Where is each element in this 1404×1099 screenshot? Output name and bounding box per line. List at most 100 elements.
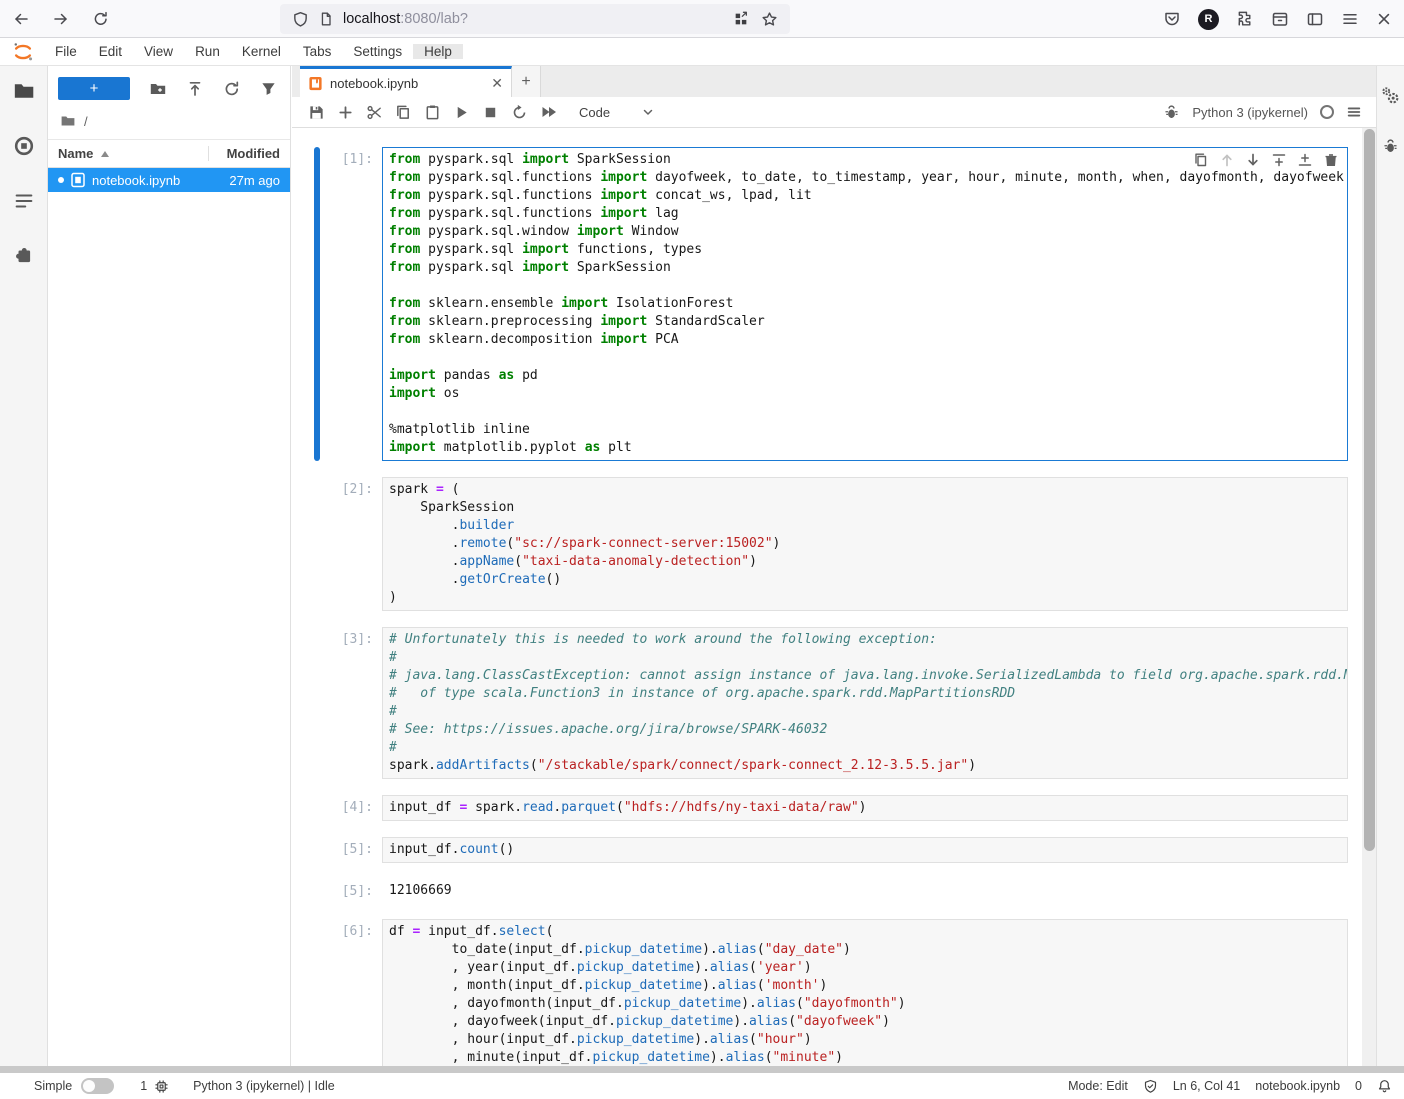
code-line: %matplotlib inline bbox=[389, 421, 1341, 439]
copy-cells-button[interactable] bbox=[389, 99, 418, 125]
cell-editor[interactable]: spark = ( SparkSession .builder .remote(… bbox=[382, 477, 1348, 611]
dock-panel: notebook.ipynb ✕ + Code Python 3 (ipyker… bbox=[292, 66, 1376, 1066]
notification-count[interactable]: 0 bbox=[1355, 1079, 1362, 1093]
window-close-icon[interactable] bbox=[1376, 11, 1392, 27]
pocket-icon[interactable] bbox=[1163, 10, 1181, 28]
menu-file[interactable]: File bbox=[44, 44, 88, 59]
tab-close-icon[interactable]: ✕ bbox=[491, 75, 503, 92]
save-button[interactable] bbox=[302, 99, 331, 125]
modified-column-header[interactable]: Modified bbox=[208, 146, 280, 161]
scrollbar-thumb[interactable] bbox=[1364, 129, 1375, 851]
code-line: from pyspark.sql.functions import dayofw… bbox=[389, 169, 1341, 187]
url-bar[interactable]: localhost:8080/lab? bbox=[280, 4, 790, 34]
filter-icon[interactable] bbox=[260, 80, 277, 97]
browser-forward-icon[interactable] bbox=[52, 10, 70, 28]
code-line: .builder bbox=[389, 517, 1341, 535]
cell-collapser[interactable] bbox=[314, 147, 320, 461]
delete-cell-icon[interactable] bbox=[1322, 151, 1340, 169]
browser-menu-icon[interactable] bbox=[1341, 10, 1359, 28]
table-of-contents-icon[interactable] bbox=[13, 190, 35, 212]
shield-icon[interactable] bbox=[292, 11, 309, 28]
kernel-chip-icon[interactable] bbox=[154, 1079, 169, 1094]
code-line: # See: https://issues.apache.org/jira/br… bbox=[389, 721, 1341, 739]
browser-back-icon[interactable] bbox=[12, 10, 30, 28]
kernel-status-icon[interactable] bbox=[1320, 105, 1334, 119]
menu-run[interactable]: Run bbox=[184, 44, 231, 59]
refresh-icon[interactable] bbox=[223, 80, 241, 98]
restart-kernel-button[interactable] bbox=[505, 99, 534, 125]
dock-tabbar: notebook.ipynb ✕ + bbox=[292, 66, 1376, 97]
notebook-menu-icon[interactable] bbox=[1346, 104, 1362, 120]
cell-editor[interactable]: from pyspark.sql import SparkSessionfrom… bbox=[382, 147, 1348, 461]
menu-settings[interactable]: Settings bbox=[342, 44, 413, 59]
new-folder-icon[interactable] bbox=[149, 80, 167, 98]
file-browser-icon[interactable] bbox=[13, 80, 35, 102]
menu-tabs[interactable]: Tabs bbox=[292, 44, 343, 59]
folder-icon[interactable] bbox=[60, 113, 76, 129]
cell-type-dropdown[interactable]: Code bbox=[579, 105, 654, 120]
new-tab-button[interactable]: + bbox=[512, 66, 541, 97]
restart-run-all-button[interactable] bbox=[534, 99, 563, 125]
mode-indicator[interactable]: Mode: Edit bbox=[1068, 1079, 1128, 1093]
interrupt-kernel-button[interactable] bbox=[476, 99, 505, 125]
insert-cell-above-icon[interactable] bbox=[1270, 151, 1288, 169]
debugger-bug-icon[interactable] bbox=[1163, 104, 1180, 121]
code-line: # bbox=[389, 739, 1341, 757]
code-line: SparkSession bbox=[389, 499, 1341, 517]
containers-grid-icon[interactable] bbox=[733, 11, 749, 27]
cell-editor[interactable]: input_df = spark.read.parquet("hdfs://hd… bbox=[382, 795, 1348, 821]
code-line: from pyspark.sql import functions, types bbox=[389, 241, 1341, 259]
code-line: input_df = spark.read.parquet("hdfs://hd… bbox=[389, 799, 1341, 817]
kernel-count[interactable]: 1 bbox=[140, 1079, 147, 1093]
simple-mode-toggle[interactable] bbox=[81, 1078, 114, 1094]
breadcrumb[interactable]: / bbox=[48, 106, 290, 131]
menu-kernel[interactable]: Kernel bbox=[231, 44, 292, 59]
cell-editor[interactable]: # Unfortunately this is needed to work a… bbox=[382, 627, 1348, 779]
bell-icon[interactable] bbox=[1377, 1079, 1392, 1094]
kernel-status-text[interactable]: Python 3 (ipykernel) | Idle bbox=[193, 1079, 335, 1093]
profile-avatar[interactable]: R bbox=[1198, 9, 1219, 30]
code-line: # of type scala.Function3 in instance of… bbox=[389, 685, 1341, 703]
notebook-scrollbar[interactable] bbox=[1362, 128, 1376, 1066]
cell-editor[interactable]: input_df.count() bbox=[382, 837, 1348, 863]
notebook-tab[interactable]: notebook.ipynb ✕ bbox=[300, 66, 512, 97]
menu-edit[interactable]: Edit bbox=[88, 44, 133, 59]
move-cell-down-icon[interactable] bbox=[1244, 151, 1262, 169]
file-name: notebook.ipynb bbox=[92, 173, 223, 188]
breadcrumb-root[interactable]: / bbox=[84, 114, 88, 129]
sort-ascending-icon[interactable] bbox=[101, 151, 109, 157]
duplicate-cell-icon[interactable] bbox=[1192, 151, 1210, 169]
browser-reload-icon[interactable] bbox=[92, 10, 110, 28]
menu-help[interactable]: Help bbox=[413, 44, 463, 59]
cell-editor[interactable]: df = input_df.select( to_date(input_df.p… bbox=[382, 919, 1348, 1066]
upload-icon[interactable] bbox=[186, 80, 204, 98]
input-prompt: [1]: bbox=[325, 147, 382, 461]
browser-toolbar: localhost:8080/lab? R bbox=[0, 0, 1404, 38]
running-sessions-icon[interactable] bbox=[13, 135, 35, 157]
paste-cells-button[interactable] bbox=[418, 99, 447, 125]
bookmark-star-icon[interactable] bbox=[761, 11, 778, 28]
debugger-sidebar-icon[interactable] bbox=[1382, 138, 1399, 155]
move-cell-up-icon[interactable] bbox=[1218, 151, 1236, 169]
file-list-item[interactable]: notebook.ipynb 27m ago bbox=[48, 168, 290, 192]
code-line: import matplotlib.pyplot as plt bbox=[389, 439, 1341, 457]
insert-cell-below-icon[interactable] bbox=[1296, 151, 1314, 169]
url-text[interactable]: localhost:8080/lab? bbox=[343, 11, 468, 27]
new-launcher-button[interactable]: + bbox=[58, 77, 130, 100]
jupyter-menubar: FileEditViewRunKernelTabsSettingsHelp bbox=[0, 38, 1404, 66]
page-info-icon[interactable] bbox=[318, 11, 334, 27]
run-cell-button[interactable] bbox=[447, 99, 476, 125]
extension-manager-icon[interactable] bbox=[13, 245, 35, 267]
menu-view[interactable]: View bbox=[133, 44, 184, 59]
insert-cell-button[interactable] bbox=[331, 99, 360, 125]
extensions-icon[interactable] bbox=[1236, 10, 1254, 28]
cell-collapser bbox=[314, 919, 320, 1066]
property-inspector-icon[interactable] bbox=[1381, 86, 1400, 105]
name-column-header[interactable]: Name bbox=[58, 146, 93, 161]
cursor-position[interactable]: Ln 6, Col 41 bbox=[1173, 1079, 1240, 1093]
archive-icon[interactable] bbox=[1271, 10, 1289, 28]
cut-cells-button[interactable] bbox=[360, 99, 389, 125]
file-list-header: Name Modified bbox=[48, 139, 290, 168]
kernel-name[interactable]: Python 3 (ipykernel) bbox=[1192, 105, 1308, 120]
sidebar-toggle-icon[interactable] bbox=[1306, 10, 1324, 28]
